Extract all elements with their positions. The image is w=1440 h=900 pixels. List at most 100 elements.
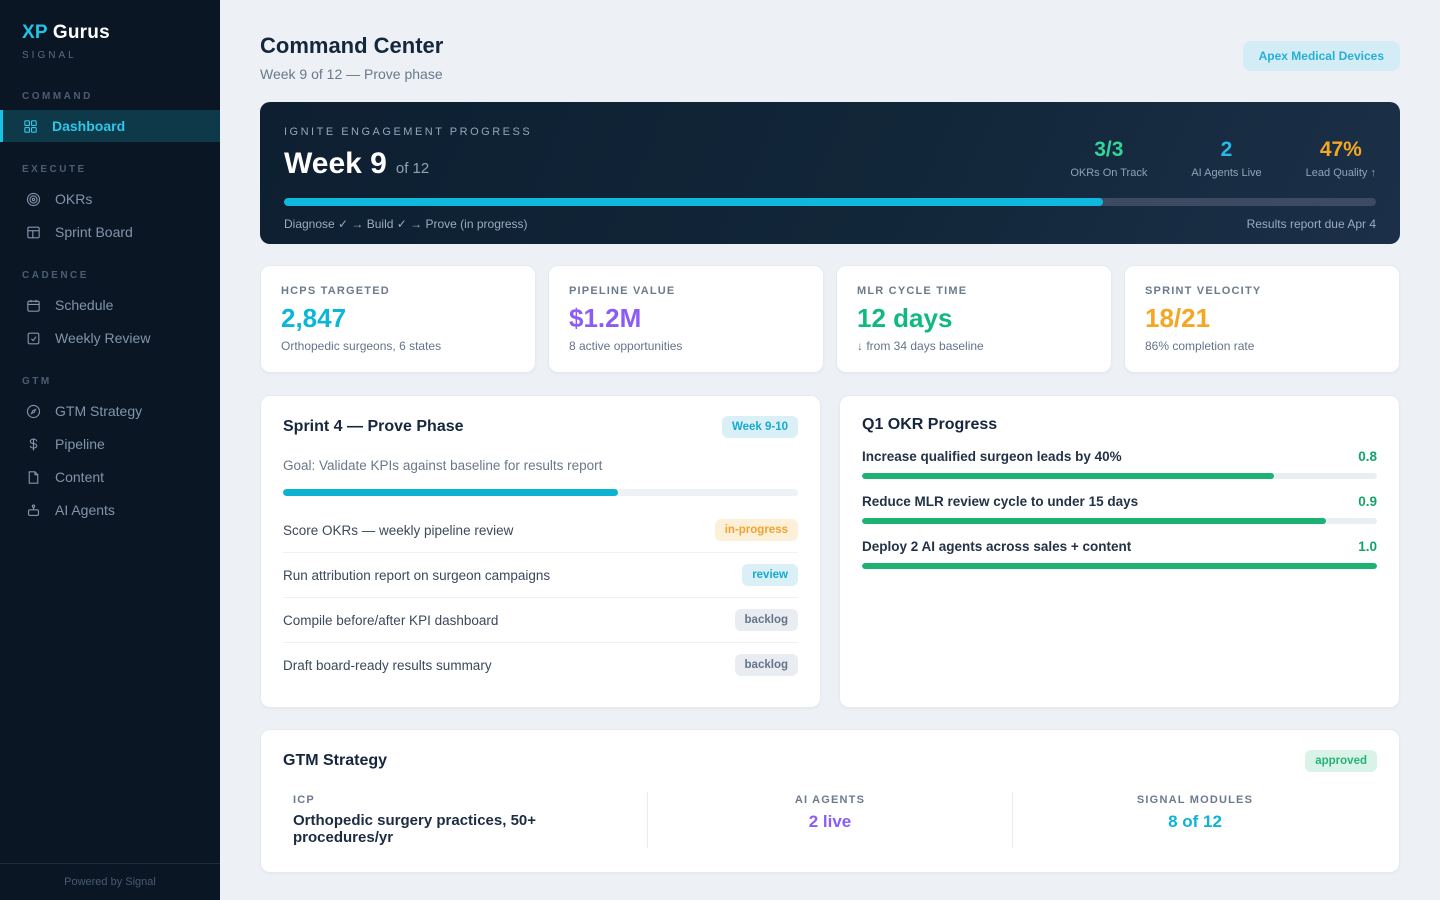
task-status-badge: backlog bbox=[735, 609, 798, 631]
hero-stat-value: 3/3 bbox=[1070, 138, 1147, 162]
okr-card-title: Q1 OKR Progress bbox=[862, 416, 1377, 434]
target-icon bbox=[25, 191, 42, 208]
sidebar-item-schedule[interactable]: Schedule bbox=[0, 289, 220, 321]
gtm-col-signal-modules: SIGNAL MODULES 8 of 12 bbox=[1012, 792, 1377, 848]
sidebar: XP Gurus SIGNAL COMMAND Dashboard EXECUT… bbox=[0, 0, 220, 900]
gtm-col-label: SIGNAL MODULES bbox=[1023, 794, 1367, 806]
stat-card-mlr: MLR CYCLE TIME 12 days ↓ from 34 days ba… bbox=[836, 265, 1112, 373]
hero-stat-label: OKRs On Track bbox=[1070, 167, 1147, 179]
hero-progress-track bbox=[284, 198, 1376, 206]
hero-stat-value: 47% bbox=[1306, 138, 1376, 162]
sprint-card-title: Sprint 4 — Prove Phase bbox=[283, 418, 464, 436]
compass-icon bbox=[25, 403, 42, 420]
gtm-card-title: GTM Strategy bbox=[283, 752, 387, 770]
okr-label: Reduce MLR review cycle to under 15 days bbox=[862, 494, 1138, 509]
page-title: Command Center bbox=[260, 33, 443, 59]
sidebar-item-label: Sprint Board bbox=[55, 224, 133, 240]
sidebar-item-sprint-board[interactable]: Sprint Board bbox=[0, 216, 220, 248]
hero-stat-lead-quality: 47% Lead Quality ↑ bbox=[1306, 138, 1376, 179]
sidebar-item-gtm-strategy[interactable]: GTM Strategy bbox=[0, 395, 220, 427]
gtm-col-icp: ICP Orthopedic surgery practices, 50+ pr… bbox=[283, 792, 647, 848]
okr-label: Increase qualified surgeon leads by 40% bbox=[862, 449, 1122, 464]
stat-card-hcps: HCPS TARGETED 2,847 Orthopedic surgeons,… bbox=[260, 265, 536, 373]
stat-caption: 8 active opportunities bbox=[569, 339, 803, 353]
robot-icon bbox=[25, 502, 42, 519]
okr-score: 0.9 bbox=[1358, 494, 1377, 509]
app-window: XP Gurus SIGNAL COMMAND Dashboard EXECUT… bbox=[0, 0, 1440, 900]
dollar-icon bbox=[25, 436, 42, 453]
nav-section-command: COMMAND bbox=[0, 91, 220, 102]
hero-stat-agents: 2 AI Agents Live bbox=[1191, 138, 1261, 179]
sidebar-item-ai-agents[interactable]: AI Agents bbox=[0, 494, 220, 526]
sidebar-item-label: GTM Strategy bbox=[55, 403, 142, 419]
hero-phases: Diagnose ✓ → Build ✓ → Prove (in progres… bbox=[284, 217, 528, 231]
logo-gurus: Gurus bbox=[53, 22, 110, 43]
task-status-badge: in-progress bbox=[715, 519, 798, 541]
hero-week-suffix: of 12 bbox=[396, 160, 429, 177]
okr-progress-track bbox=[862, 473, 1377, 479]
sidebar-item-label: Pipeline bbox=[55, 436, 105, 452]
stat-card-row: HCPS TARGETED 2,847 Orthopedic surgeons,… bbox=[260, 265, 1400, 373]
task-row[interactable]: Run attribution report on surgeon campai… bbox=[283, 552, 798, 597]
okr-progress-fill bbox=[862, 518, 1326, 524]
sidebar-nav: COMMAND Dashboard EXECUTE OKRs Sprint Bo… bbox=[0, 69, 220, 863]
stat-value: 2,847 bbox=[281, 303, 515, 334]
sidebar-item-pipeline[interactable]: Pipeline bbox=[0, 428, 220, 460]
hero-week: Week 9 bbox=[284, 147, 387, 181]
okr-progress-fill bbox=[862, 563, 1377, 569]
gtm-col-ai-agents: AI AGENTS 2 live bbox=[647, 792, 1012, 848]
stat-label: MLR CYCLE TIME bbox=[857, 285, 1091, 297]
sidebar-footer-text: Powered by Signal bbox=[0, 863, 220, 900]
hero-stats: 3/3 OKRs On Track 2 AI Agents Live 47% L… bbox=[1070, 138, 1376, 179]
grid-icon bbox=[22, 118, 39, 135]
sidebar-item-label: Schedule bbox=[55, 297, 113, 313]
stat-caption: Orthopedic surgeons, 6 states bbox=[281, 339, 515, 353]
sprint-week-badge: Week 9-10 bbox=[722, 416, 798, 438]
main-content: Command Center Week 9 of 12 — Prove phas… bbox=[220, 0, 1440, 900]
hero-progress-fill bbox=[284, 198, 1103, 206]
stat-value: 18/21 bbox=[1145, 303, 1379, 334]
okr-progress-track bbox=[862, 563, 1377, 569]
sprint-goal: Goal: Validate KPIs against baseline for… bbox=[283, 458, 798, 473]
task-row[interactable]: Draft board-ready results summary backlo… bbox=[283, 642, 798, 687]
sprint-card: Sprint 4 — Prove Phase Week 9-10 Goal: V… bbox=[260, 395, 821, 708]
task-label: Compile before/after KPI dashboard bbox=[283, 613, 498, 628]
sidebar-item-weekly-review[interactable]: Weekly Review bbox=[0, 322, 220, 354]
sprint-progress-track bbox=[283, 489, 798, 496]
hero-stat-label: Lead Quality ↑ bbox=[1306, 167, 1376, 179]
kanban-icon bbox=[25, 224, 42, 241]
nav-section-gtm: GTM bbox=[0, 376, 220, 387]
check-square-icon bbox=[25, 330, 42, 347]
sprint-task-list: Score OKRs — weekly pipeline review in-p… bbox=[283, 508, 798, 687]
gtm-col-label: ICP bbox=[293, 794, 637, 806]
okr-label: Deploy 2 AI agents across sales + conten… bbox=[862, 539, 1131, 554]
engagement-progress-banner: IGNITE ENGAGEMENT PROGRESS Week 9 of 12 … bbox=[260, 102, 1400, 244]
nav-section-execute: EXECUTE bbox=[0, 164, 220, 175]
stat-value: $1.2M bbox=[569, 303, 803, 334]
gtm-col-value: 2 live bbox=[658, 812, 1002, 832]
gtm-col-label: AI AGENTS bbox=[658, 794, 1002, 806]
sidebar-item-okrs[interactable]: OKRs bbox=[0, 183, 220, 215]
okr-progress-track bbox=[862, 518, 1377, 524]
sidebar-item-content[interactable]: Content bbox=[0, 461, 220, 493]
sidebar-item-dashboard[interactable]: Dashboard bbox=[0, 110, 220, 142]
client-badge[interactable]: Apex Medical Devices bbox=[1243, 41, 1400, 71]
page-subtitle: Week 9 of 12 — Prove phase bbox=[260, 66, 443, 82]
logo-tagline: SIGNAL bbox=[0, 44, 220, 61]
okr-item: Deploy 2 AI agents across sales + conten… bbox=[862, 539, 1377, 569]
stat-label: SPRINT VELOCITY bbox=[1145, 285, 1379, 297]
stat-label: HCPS TARGETED bbox=[281, 285, 515, 297]
sidebar-item-label: OKRs bbox=[55, 191, 92, 207]
task-label: Score OKRs — weekly pipeline review bbox=[283, 523, 513, 538]
hero-due-date: Results report due Apr 4 bbox=[1247, 217, 1376, 231]
sidebar-item-label: Dashboard bbox=[52, 118, 125, 134]
document-icon bbox=[25, 469, 42, 486]
okr-card: Q1 OKR Progress Increase qualified surge… bbox=[839, 395, 1400, 708]
hero-stat-okrs: 3/3 OKRs On Track bbox=[1070, 138, 1147, 179]
stat-label: PIPELINE VALUE bbox=[569, 285, 803, 297]
task-row[interactable]: Compile before/after KPI dashboard backl… bbox=[283, 597, 798, 642]
logo-xp: XP bbox=[22, 22, 47, 43]
task-label: Run attribution report on surgeon campai… bbox=[283, 568, 550, 583]
task-row[interactable]: Score OKRs — weekly pipeline review in-p… bbox=[283, 508, 798, 552]
nav-section-cadence: CADENCE bbox=[0, 270, 220, 281]
